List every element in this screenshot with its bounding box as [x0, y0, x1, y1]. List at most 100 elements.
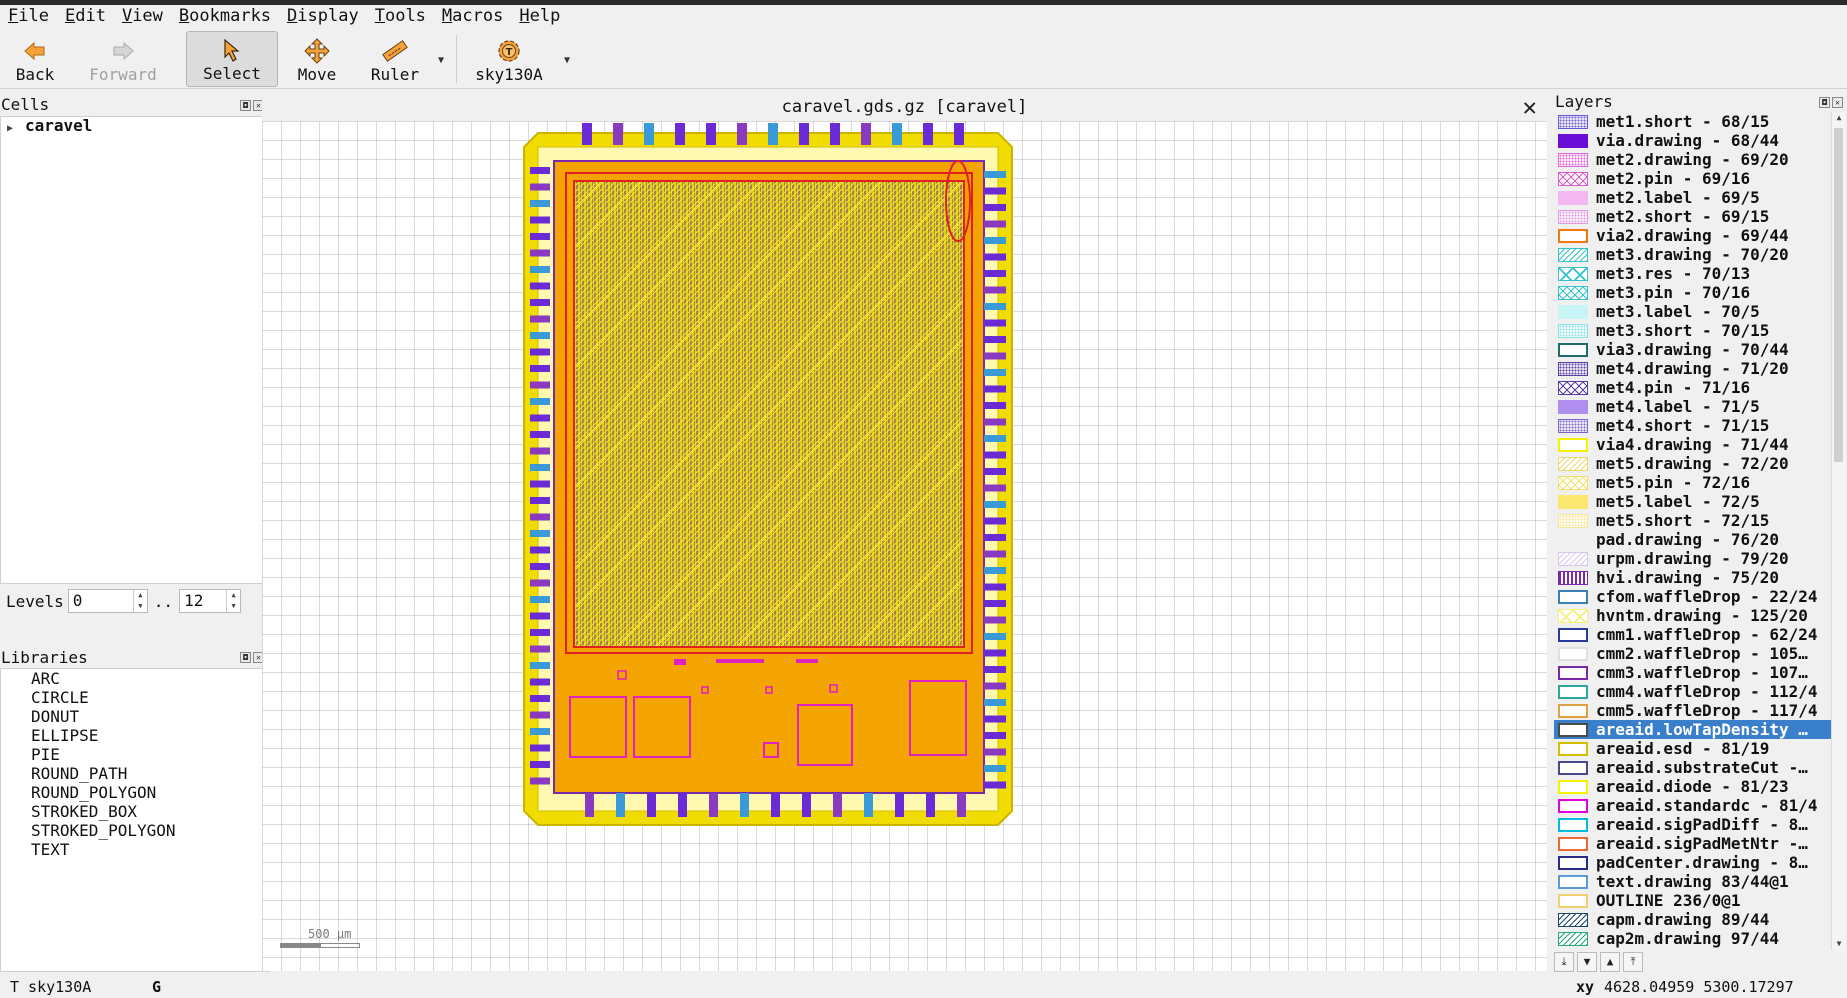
libraries-list[interactable]: ARC CIRCLE DONUT ELLIPSE PIE ROUND_PATH ROUND_… — [0, 668, 270, 972]
layer-row[interactable]: areaid.sigPadMetNtr -… — [1554, 834, 1831, 853]
library-item[interactable]: ROUND_PATH — [1, 764, 269, 783]
io-pad — [530, 464, 550, 471]
forward-button[interactable]: Forward — [78, 31, 168, 87]
menu-tools[interactable]: Tools — [367, 5, 434, 27]
layer-row[interactable]: urpm.drawing - 79/20 — [1554, 549, 1831, 568]
library-item[interactable]: ROUND_POLYGON — [1, 783, 269, 802]
layout-canvas[interactable]: 500 µm — [262, 121, 1547, 971]
layer-row[interactable]: cmm1.waffleDrop - 62/24 — [1554, 625, 1831, 644]
layer-row[interactable]: hvi.drawing - 75/20 — [1554, 568, 1831, 587]
layer-row[interactable]: met5.drawing - 72/20 — [1554, 454, 1831, 473]
spin-arrows-icon[interactable]: ▲ ▼ — [132, 590, 147, 612]
back-button[interactable]: Back — [6, 31, 64, 87]
layer-row[interactable]: OUTLINE 236/0@1 — [1554, 891, 1831, 910]
menu-display[interactable]: Display — [279, 5, 367, 27]
layer-row[interactable]: cfom.waffleDrop - 22/24 — [1554, 587, 1831, 606]
library-item[interactable]: TEXT — [1, 840, 269, 859]
layer-row[interactable]: text.drawing 83/44@1 — [1554, 872, 1831, 891]
float-icon[interactable]: ◘ — [240, 100, 251, 111]
layer-row[interactable]: areaid.substrateCut -… — [1554, 758, 1831, 777]
close-icon[interactable]: ✕ — [1832, 97, 1843, 108]
layer-row[interactable]: areaid.sigPadDiff - 8… — [1554, 815, 1831, 834]
select-button[interactable]: Select — [186, 31, 278, 87]
layer-row[interactable]: met3.label - 70/5 — [1554, 302, 1831, 321]
move-up-icon[interactable]: ▲ — [1600, 952, 1620, 972]
move-top-icon[interactable]: ⤒ — [1623, 952, 1643, 972]
layer-row[interactable]: cmm2.waffleDrop - 105… — [1554, 644, 1831, 663]
layer-row[interactable]: met4.short - 71/15 — [1554, 416, 1831, 435]
layer-row[interactable]: met2.pin - 69/16 — [1554, 169, 1831, 188]
layer-row[interactable]: cap2m.drawing 97/44 — [1554, 929, 1831, 948]
layer-row[interactable]: met4.label - 71/5 — [1554, 397, 1831, 416]
menu-help[interactable]: Help — [511, 5, 568, 27]
menu-macros[interactable]: Macros — [434, 5, 511, 27]
layer-row[interactable]: met3.short - 70/15 — [1554, 321, 1831, 340]
layer-row[interactable]: areaid.diode - 81/23 — [1554, 777, 1831, 796]
layer-row[interactable]: via3.drawing - 70/44 — [1554, 340, 1831, 359]
io-pad — [926, 793, 935, 817]
levels-from-spinbox[interactable]: 0 ▲ ▼ — [67, 589, 148, 613]
layer-row[interactable]: met1.short - 68/15 — [1554, 112, 1831, 131]
layer-row[interactable]: met5.pin - 72/16 — [1554, 473, 1831, 492]
layer-row[interactable]: met2.label - 69/5 — [1554, 188, 1831, 207]
io-pad — [984, 237, 1006, 244]
layer-order-buttons: ⤓ ▼ ▲ ⤒ — [1554, 952, 1643, 974]
layer-row[interactable]: hvntm.drawing - 125/20 — [1554, 606, 1831, 625]
move-down-icon[interactable]: ▼ — [1577, 952, 1597, 972]
io-pad — [984, 699, 1006, 706]
menu-edit[interactable]: Edit — [57, 5, 114, 27]
library-item[interactable]: STROKED_POLYGON — [1, 821, 269, 840]
levels-to-spinbox[interactable]: 12 ▲ ▼ — [179, 589, 242, 613]
layer-row[interactable]: areaid.standardc - 81/4 — [1554, 796, 1831, 815]
layer-row[interactable]: via2.drawing - 69/44 — [1554, 226, 1831, 245]
layer-row[interactable]: via.drawing - 68/44 — [1554, 131, 1831, 150]
expand-caret-icon[interactable]: ▶ — [7, 120, 25, 138]
ruler-button[interactable]: Ruler — [362, 31, 428, 87]
layer-row[interactable]: via4.drawing - 71/44 — [1554, 435, 1831, 454]
layer-row[interactable]: met3.drawing - 70/20 — [1554, 245, 1831, 264]
layer-row[interactable]: cmm4.waffleDrop - 112/4 — [1554, 682, 1831, 701]
layer-row[interactable]: cmm3.waffleDrop - 107… — [1554, 663, 1831, 682]
layers-list[interactable]: met1.short - 68/15 via.drawing - 68/44 met… — [1554, 112, 1831, 950]
close-icon[interactable]: ✕ — [1523, 93, 1537, 121]
ruler-dropdown-arrow-icon[interactable]: ▼ — [438, 55, 444, 66]
library-item[interactable]: ELLIPSE — [1, 726, 269, 745]
document-tab[interactable]: caravel.gds.gz [caravel] ✕ — [262, 93, 1547, 121]
cells-tree[interactable]: ▶ caravel — [0, 116, 270, 584]
layer-row[interactable]: cmm5.waffleDrop - 117/4 — [1554, 701, 1831, 720]
layer-row[interactable]: capm.drawing 89/44 — [1554, 910, 1831, 929]
move-bottom-icon[interactable]: ⤓ — [1554, 952, 1574, 972]
cell-tree-item[interactable]: ▶ caravel — [1, 117, 269, 138]
layer-row[interactable]: met3.res - 70/13 — [1554, 264, 1831, 283]
layer-row[interactable]: padCenter.drawing - 8… — [1554, 853, 1831, 872]
library-item[interactable]: ARC — [1, 669, 269, 688]
library-item[interactable]: CIRCLE — [1, 688, 269, 707]
layer-row[interactable]: met2.short - 69/15 — [1554, 207, 1831, 226]
library-item[interactable]: PIE — [1, 745, 269, 764]
layer-row[interactable]: areaid.esd - 81/19 — [1554, 739, 1831, 758]
layer-row[interactable]: met4.drawing - 71/20 — [1554, 359, 1831, 378]
scrollbar-thumb[interactable] — [1834, 128, 1843, 462]
layer-row[interactable]: areaid.lowTapDensity … — [1554, 720, 1831, 739]
layer-row[interactable]: met4.pin - 71/16 — [1554, 378, 1831, 397]
move-button[interactable]: Move — [288, 31, 346, 87]
layers-scrollbar[interactable]: ▲ ▼ — [1831, 112, 1845, 950]
float-icon[interactable]: ◘ — [240, 652, 251, 663]
io-pad — [864, 793, 873, 817]
scroll-down-icon[interactable]: ▼ — [1833, 938, 1845, 950]
menu-bookmarks[interactable]: Bookmarks — [171, 5, 279, 27]
spin-arrows-icon[interactable]: ▲ ▼ — [226, 590, 240, 612]
menu-view[interactable]: View — [114, 5, 171, 27]
layer-row[interactable]: met5.label - 72/5 — [1554, 492, 1831, 511]
layer-row[interactable]: pad.drawing - 76/20 — [1554, 530, 1831, 549]
scroll-up-icon[interactable]: ▲ — [1833, 112, 1845, 124]
layer-row[interactable]: met5.short - 72/15 — [1554, 511, 1831, 530]
menu-file[interactable]: File — [0, 5, 57, 27]
float-icon[interactable]: ◘ — [1819, 97, 1830, 108]
library-item[interactable]: DONUT — [1, 707, 269, 726]
tech-button[interactable]: T sky130A — [466, 31, 552, 87]
library-item[interactable]: STROKED_BOX — [1, 802, 269, 821]
layer-row[interactable]: met3.pin - 70/16 — [1554, 283, 1831, 302]
layer-row[interactable]: met2.drawing - 69/20 — [1554, 150, 1831, 169]
tech-dropdown-arrow-icon[interactable]: ▼ — [564, 55, 570, 66]
